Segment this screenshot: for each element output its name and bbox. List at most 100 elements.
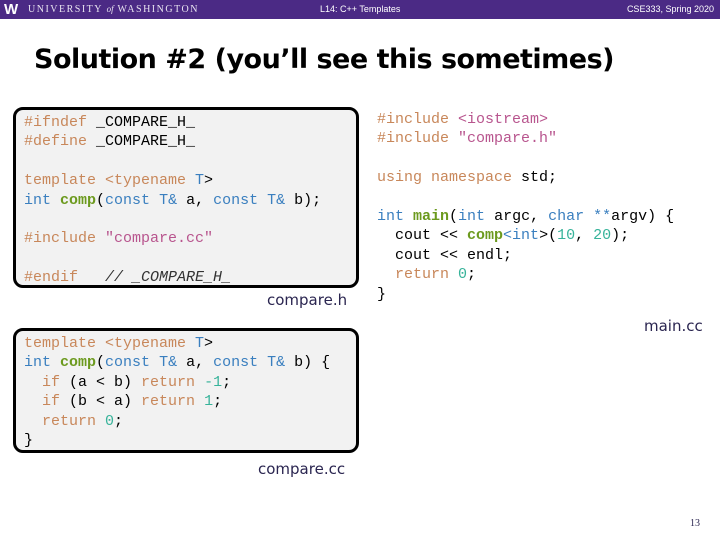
code-token: comp: [467, 227, 504, 245]
code-token: cout <<: [377, 227, 468, 245]
code-token: 10: [557, 227, 576, 245]
code-token: &: [168, 354, 187, 372]
code-line: cout << endl;: [377, 246, 674, 265]
code-token: **: [593, 208, 612, 226]
code-token: int: [24, 354, 61, 372]
code-token: 1: [204, 393, 214, 411]
code-token: if: [42, 373, 70, 391]
code-token: const: [213, 191, 268, 209]
code-token: ;: [467, 266, 477, 284]
code-token: }: [24, 432, 34, 450]
code-token: comp: [60, 191, 97, 209]
code-token: using: [377, 169, 432, 187]
code-token: #ifndef: [24, 114, 97, 131]
code-token: );: [611, 227, 630, 245]
code-line: #include <iostream>: [377, 110, 674, 129]
code-token: return: [141, 393, 205, 411]
university-name: UNIVERSITY of WASHINGTON: [28, 4, 199, 15]
page-number: 13: [690, 518, 700, 529]
code-token: _COMPARE_H_: [96, 133, 196, 151]
code-token: int: [512, 227, 540, 245]
code-token: T: [267, 354, 277, 372]
code-token: #include: [377, 130, 459, 148]
code-token: template: [24, 335, 106, 352]
code-token: const: [105, 354, 160, 372]
code-token: &: [276, 354, 295, 372]
code-token: (b < a): [69, 393, 142, 411]
code-line: template <typename T>: [24, 171, 321, 190]
code-token: comp: [60, 354, 97, 372]
code-line: #ifndef _COMPARE_H_: [24, 113, 321, 132]
code-token: #define: [24, 133, 97, 151]
code-token: 20: [593, 227, 612, 245]
code-token: #include: [377, 111, 459, 128]
code-line: cout << comp<int>(10, 20);: [377, 226, 674, 245]
code-token: ;: [213, 393, 223, 411]
code-line: if (b < a) return 1;: [24, 392, 330, 411]
code-line: template <typename T>: [24, 334, 330, 353]
code-token: ;: [114, 412, 124, 430]
code-token: ,: [575, 227, 594, 245]
code-token: 0: [105, 412, 115, 430]
code-token: (: [96, 191, 106, 209]
code-token: -1: [204, 373, 223, 391]
code-token: a,: [186, 191, 214, 209]
code-token: #include: [24, 230, 106, 248]
code-line: int main(int argc, char **argv) {: [377, 207, 674, 226]
code-token: #endif: [24, 269, 88, 287]
code-line: if (a < b) return -1;: [24, 373, 330, 392]
code-token: a,: [186, 354, 214, 372]
main-cc-code: #include <iostream> #include "compare.h" …: [377, 110, 674, 304]
code-token: T: [195, 172, 205, 190]
code-line: int comp(const T& a, const T& b);: [24, 191, 321, 210]
lecture-title: L14: C++ Templates: [320, 4, 401, 14]
code-token: _COMPARE_H_: [96, 114, 196, 131]
university-word: UNIVERSITY: [28, 4, 103, 15]
code-token: <iostream>: [458, 111, 549, 128]
code-token: (: [96, 354, 106, 372]
code-line: }: [24, 431, 330, 450]
code-token: return: [377, 266, 459, 284]
code-token: cout << endl;: [377, 246, 513, 264]
code-token: argv) {: [611, 208, 675, 226]
code-token: <: [503, 227, 513, 245]
code-token: if: [42, 393, 70, 411]
code-token: >: [204, 172, 214, 190]
code-line: }: [377, 285, 674, 304]
code-token: main: [413, 208, 450, 226]
code-token: T: [159, 191, 169, 209]
compare-cc-code: template <typename T> int comp(const T& a…: [24, 334, 330, 450]
code-line: #include "compare.h": [377, 129, 674, 148]
main-cc-label: main.cc: [644, 317, 703, 335]
code-token: "compare.h": [458, 130, 558, 148]
code-token: argc,: [494, 208, 549, 226]
code-token: std;: [521, 169, 558, 187]
code-token: int: [377, 208, 414, 226]
code-line: int comp(const T& a, const T& b) {: [24, 353, 330, 372]
code-token: // _COMPARE_H_: [87, 269, 232, 287]
compare-h-code-box: #ifndef _COMPARE_H_ #define _COMPARE_H_ t…: [13, 107, 359, 288]
of-word: of: [106, 4, 114, 14]
code-line: return 0;: [377, 265, 674, 284]
compare-cc-code-box: template <typename T> int comp(const T& a…: [13, 328, 359, 453]
code-line: using namespace std;: [377, 168, 674, 187]
code-token: (: [449, 208, 459, 226]
code-token: ;: [222, 373, 232, 391]
code-token: T: [267, 191, 277, 209]
compare-h-code: #ifndef _COMPARE_H_ #define _COMPARE_H_ t…: [24, 113, 321, 288]
code-token: const: [105, 191, 160, 209]
washington-word: WASHINGTON: [117, 4, 199, 15]
code-token: char: [548, 208, 594, 226]
code-line: #endif // _COMPARE_H_: [24, 268, 321, 287]
code-token: &: [168, 191, 187, 209]
compare-h-label: compare.h: [267, 291, 348, 309]
compare-cc-label: compare.cc: [258, 460, 346, 478]
code-line: return 0;: [24, 412, 330, 431]
code-token: 0: [458, 266, 468, 284]
code-token: namespace: [431, 169, 522, 187]
code-token: template: [24, 172, 106, 190]
code-token: int: [24, 191, 61, 209]
